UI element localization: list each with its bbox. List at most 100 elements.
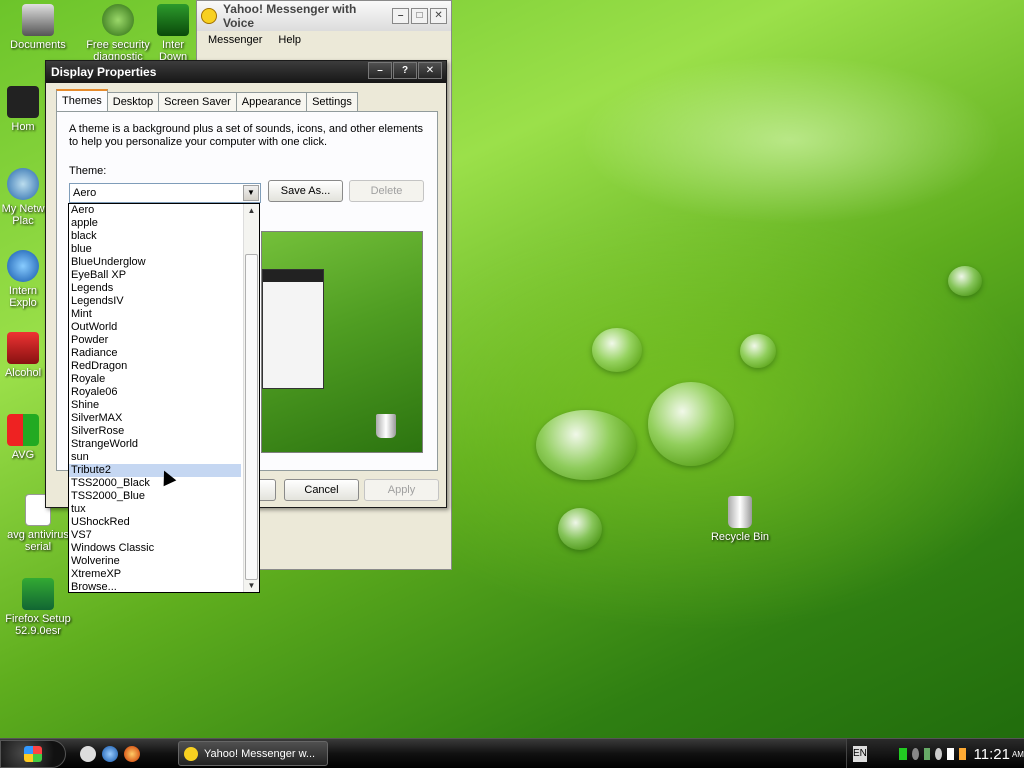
minimize-button[interactable]: –: [392, 8, 410, 24]
theme-list-item[interactable]: StrangeWorld: [69, 438, 241, 451]
scroll-up-icon[interactable]: ▲: [244, 204, 259, 217]
taskbar-item-yahoo[interactable]: Yahoo! Messenger w...: [178, 741, 328, 766]
theme-list-item[interactable]: Shine: [69, 399, 241, 412]
theme-list-item[interactable]: sun: [69, 451, 241, 464]
theme-list-item[interactable]: Windows Classic: [69, 542, 241, 555]
desktop-icon-network-places[interactable]: My Netw Plac: [0, 168, 46, 227]
close-button[interactable]: ✕: [430, 8, 447, 24]
theme-list-item[interactable]: apple: [69, 217, 241, 230]
theme-list-item[interactable]: tux: [69, 503, 241, 516]
theme-list-item[interactable]: Tribute2: [69, 464, 241, 477]
taskbar: Yahoo! Messenger w... EN 11:21 AM: [0, 738, 1024, 768]
theme-list-item[interactable]: TSS2000_Blue: [69, 490, 241, 503]
theme-list-item[interactable]: SilverRose: [69, 425, 241, 438]
theme-list-item[interactable]: SilverMAX: [69, 412, 241, 425]
tab-appearance[interactable]: Appearance: [235, 92, 308, 111]
menu-messenger[interactable]: Messenger: [208, 34, 262, 46]
theme-list-item[interactable]: RedDragon: [69, 360, 241, 373]
tab-desktop[interactable]: Desktop: [106, 92, 160, 111]
theme-list-item[interactable]: Aero: [69, 204, 241, 217]
desktop-icon-label: Documents: [10, 39, 66, 51]
desktop-icon-firefox-setup[interactable]: Firefox Setup 52.9.0esr: [0, 578, 76, 637]
theme-list-item[interactable]: Royale06: [69, 386, 241, 399]
desktop-icon-free-security[interactable]: Free security diagnostic: [80, 4, 156, 63]
start-button[interactable]: [0, 739, 66, 768]
preview-recycle-bin-icon: [376, 414, 396, 438]
menu-help[interactable]: Help: [278, 34, 301, 46]
theme-list-item[interactable]: Radiance: [69, 347, 241, 360]
tray-flag-icon[interactable]: [898, 748, 907, 760]
desktop-icon-recycle-bin[interactable]: Recycle Bin: [702, 496, 778, 543]
theme-list-item[interactable]: black: [69, 230, 241, 243]
quick-launch-icon[interactable]: [80, 745, 96, 762]
dialog-title: Display Properties: [51, 65, 157, 79]
theme-list-item[interactable]: TSS2000_Black: [69, 477, 241, 490]
apply-button[interactable]: Apply: [364, 479, 439, 501]
theme-list-item[interactable]: EyeBall XP: [69, 269, 241, 282]
desktop-icon-home[interactable]: Hom: [0, 86, 46, 133]
tray-security-icon[interactable]: [923, 748, 931, 760]
clock-ampm: AM: [1011, 749, 1024, 759]
scroll-down-icon[interactable]: ▼: [244, 579, 259, 592]
theme-select-value: Aero: [73, 187, 97, 199]
desktop-icon-alcohol[interactable]: Alcohol: [0, 332, 46, 379]
tab-themes[interactable]: Themes: [56, 89, 108, 111]
desktop-icon-label: Intern Explo: [8, 285, 38, 309]
theme-list-item[interactable]: Royale: [69, 373, 241, 386]
theme-list-item[interactable]: BlueUnderglow: [69, 256, 241, 269]
theme-dropdown-list[interactable]: Aero apple black blue BlueUnderglow EyeBall X…: [68, 203, 260, 593]
minimize-button[interactable]: –: [368, 62, 392, 79]
desktop-icon-internet-download[interactable]: Inter Down: [148, 4, 198, 63]
cancel-button[interactable]: Cancel: [284, 479, 359, 501]
theme-list-item[interactable]: Mint: [69, 308, 241, 321]
theme-list-item[interactable]: Browse...: [69, 581, 241, 594]
desktop-icon-internet-explorer[interactable]: Intern Explo: [0, 250, 46, 309]
help-button[interactable]: ?: [393, 62, 417, 79]
scrollbar-thumb[interactable]: [245, 254, 258, 580]
desktop-icon-avg[interactable]: AVG: [0, 414, 46, 461]
close-button[interactable]: ✕: [418, 62, 442, 79]
save-as-button[interactable]: Save As...: [268, 180, 343, 202]
tab-settings[interactable]: Settings: [306, 92, 358, 111]
theme-list-item[interactable]: LegendsIV: [69, 295, 241, 308]
network-places-icon: [7, 168, 39, 200]
delete-button[interactable]: Delete: [349, 180, 424, 202]
dialog-title-bar[interactable]: Display Properties – ? ✕: [46, 61, 446, 83]
list-scrollbar[interactable]: ▲ ▼: [243, 204, 259, 592]
wallpaper-drop: [592, 328, 642, 372]
theme-list-item[interactable]: XtremeXP: [69, 568, 241, 581]
theme-list-item[interactable]: Powder: [69, 334, 241, 347]
chevron-down-icon[interactable]: ▼: [243, 185, 259, 201]
theme-list-item[interactable]: VS7: [69, 529, 241, 542]
wallpaper-drop: [648, 382, 734, 466]
desktop-icon-label: AVG: [11, 449, 35, 461]
tray-power-icon[interactable]: [958, 748, 966, 760]
theme-list-item[interactable]: OutWorld: [69, 321, 241, 334]
yahoo-title-bar[interactable]: Yahoo! Messenger with Voice – □ ✕: [197, 1, 451, 31]
tab-screen-saver[interactable]: Screen Saver: [158, 92, 237, 111]
theme-select[interactable]: Aero ▼: [69, 183, 261, 203]
theme-list-item[interactable]: UShockRed: [69, 516, 241, 529]
desktop-icon-label: Recycle Bin: [710, 531, 770, 543]
language-indicator[interactable]: EN: [853, 746, 867, 762]
preview-window: [262, 269, 324, 389]
yahoo-smiley-icon: [201, 8, 217, 24]
system-tray: EN 11:21 AM: [846, 739, 1024, 768]
wallpaper-drop: [740, 334, 776, 368]
tray-network-icon[interactable]: [911, 748, 919, 760]
taskbar-item-label: Yahoo! Messenger w...: [204, 747, 316, 760]
theme-preview: [261, 231, 423, 453]
theme-list-item[interactable]: Legends: [69, 282, 241, 295]
maximize-button[interactable]: □: [411, 8, 429, 24]
theme-list-item[interactable]: blue: [69, 243, 241, 256]
quick-launch-ie-icon[interactable]: [102, 745, 118, 762]
theme-list-item[interactable]: Wolverine: [69, 555, 241, 568]
ok-button[interactable]: [260, 479, 276, 501]
clock[interactable]: 11:21 AM: [974, 746, 1024, 763]
wallpaper-drop: [948, 266, 982, 296]
tray-app-icon[interactable]: [947, 748, 954, 760]
desktop-icon-documents[interactable]: Documents: [0, 4, 76, 51]
quick-launch-firefox-icon[interactable]: [124, 745, 140, 762]
tray-volume-icon[interactable]: [935, 748, 943, 760]
desktop-icon-label: avg antivirus serial: [7, 529, 69, 553]
